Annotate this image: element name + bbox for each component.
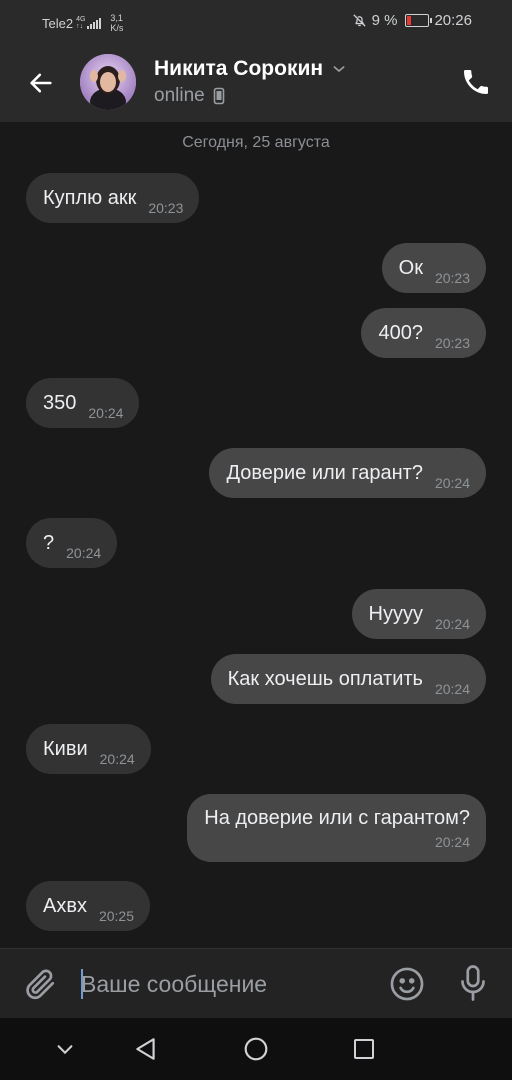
message-bubble-outgoing[interactable]: Доверие или гарант? 20:24 [209,448,486,498]
message-input[interactable] [81,966,361,1002]
contact-avatar[interactable] [80,54,136,110]
message-text: Ахвх [43,894,87,917]
chat-header: Никита Сорокин online [0,44,512,122]
message-text: Киви [43,737,88,760]
message-bubble-outgoing[interactable]: 400? 20:23 [361,308,486,358]
message-bubble-outgoing[interactable]: Нуууу 20:24 [351,589,486,639]
nav-hide-button[interactable] [50,1034,80,1064]
message-time: 20:23 [434,270,470,286]
message-time: 20:24 [99,751,135,767]
message-bubble-outgoing[interactable]: Ок 20:23 [381,243,486,293]
message-time: 20:25 [98,908,135,924]
system-nav-bar [0,1018,512,1080]
message-composer [0,948,512,1019]
message-time: 20:23 [434,335,470,351]
message-time: 20:24 [88,405,124,421]
battery-percent: 9 % [371,12,398,29]
nav-home-button[interactable] [241,1034,271,1064]
nav-home-icon [244,1037,268,1061]
message-time: 20:23 [148,200,184,216]
message-bubble-incoming[interactable]: Куплю акк 20:23 [26,173,200,223]
voice-message-button[interactable] [455,963,491,1003]
call-button[interactable] [460,66,492,98]
emoji-button[interactable] [388,965,426,1003]
message-text: Нуууу [368,602,423,625]
message-text: На доверие или с гарантом? [204,806,470,829]
message-time: 20:24 [434,475,470,491]
nav-recents-button[interactable] [349,1034,379,1064]
emoji-icon [390,967,424,1001]
status-bar: Tele2 4G ↑↓ 3,1 K/s 9 % 20:26 [0,0,512,44]
clock: 20:26 [434,12,472,29]
message-bubble-incoming[interactable]: ? 20:24 [26,518,118,568]
carrier-label: Tele2 [42,15,74,31]
message-text: Куплю акк [43,186,137,209]
contact-name: Никита Сорокин [154,57,324,80]
message-bubble-outgoing[interactable]: На доверие или с гарантом? 20:24 [187,794,486,862]
status-left: Tele2 4G ↑↓ 3,1 K/s [42,13,123,33]
message-time: 20:24 [66,545,102,561]
contact-name-row[interactable]: Никита Сорокин [154,57,347,81]
mobile-device-icon [213,87,225,105]
message-text: Как хочешь оплатить [227,667,423,690]
status-right: 9 % 20:26 [352,12,472,29]
message-bubble-incoming[interactable]: 350 20:24 [26,378,140,428]
paperclip-icon [26,969,55,1000]
nav-back-icon [136,1038,155,1060]
back-button[interactable] [22,64,60,102]
battery-icon [405,14,433,27]
nav-hide-icon [57,1045,73,1055]
presence-row: online [154,85,225,107]
message-bubble-incoming[interactable]: Киви 20:24 [26,724,151,774]
message-text: 400? [378,321,423,344]
message-bubble-outgoing[interactable]: Как хочешь оплатить 20:24 [210,654,486,704]
message-text: ? [43,531,55,554]
message-text: Доверие или гарант? [226,461,423,484]
attach-button[interactable] [22,966,58,1002]
presence-status: online [154,85,205,106]
message-time: 20:24 [434,616,470,632]
avatar-image [80,54,136,110]
mute-icon [353,14,366,27]
microphone-icon [461,965,485,1001]
nav-recents-icon [354,1039,374,1059]
message-time: 20:24 [434,681,470,697]
date-separator: Сегодня, 25 августа [182,134,330,151]
message-time: 20:24 [434,833,470,850]
signal-icon [87,17,102,29]
phone-icon [464,70,488,94]
message-bubble-incoming[interactable]: Ахвх 20:25 [26,881,151,931]
back-arrow-icon [30,73,52,93]
network-type: 4G ↑↓ [76,16,86,30]
chevron-down-icon [333,66,345,73]
message-text: 350 [43,391,77,414]
nav-back-button[interactable] [131,1034,161,1064]
message-text: Ок [398,256,423,279]
network-speed: 3,1 K/s [110,13,124,33]
